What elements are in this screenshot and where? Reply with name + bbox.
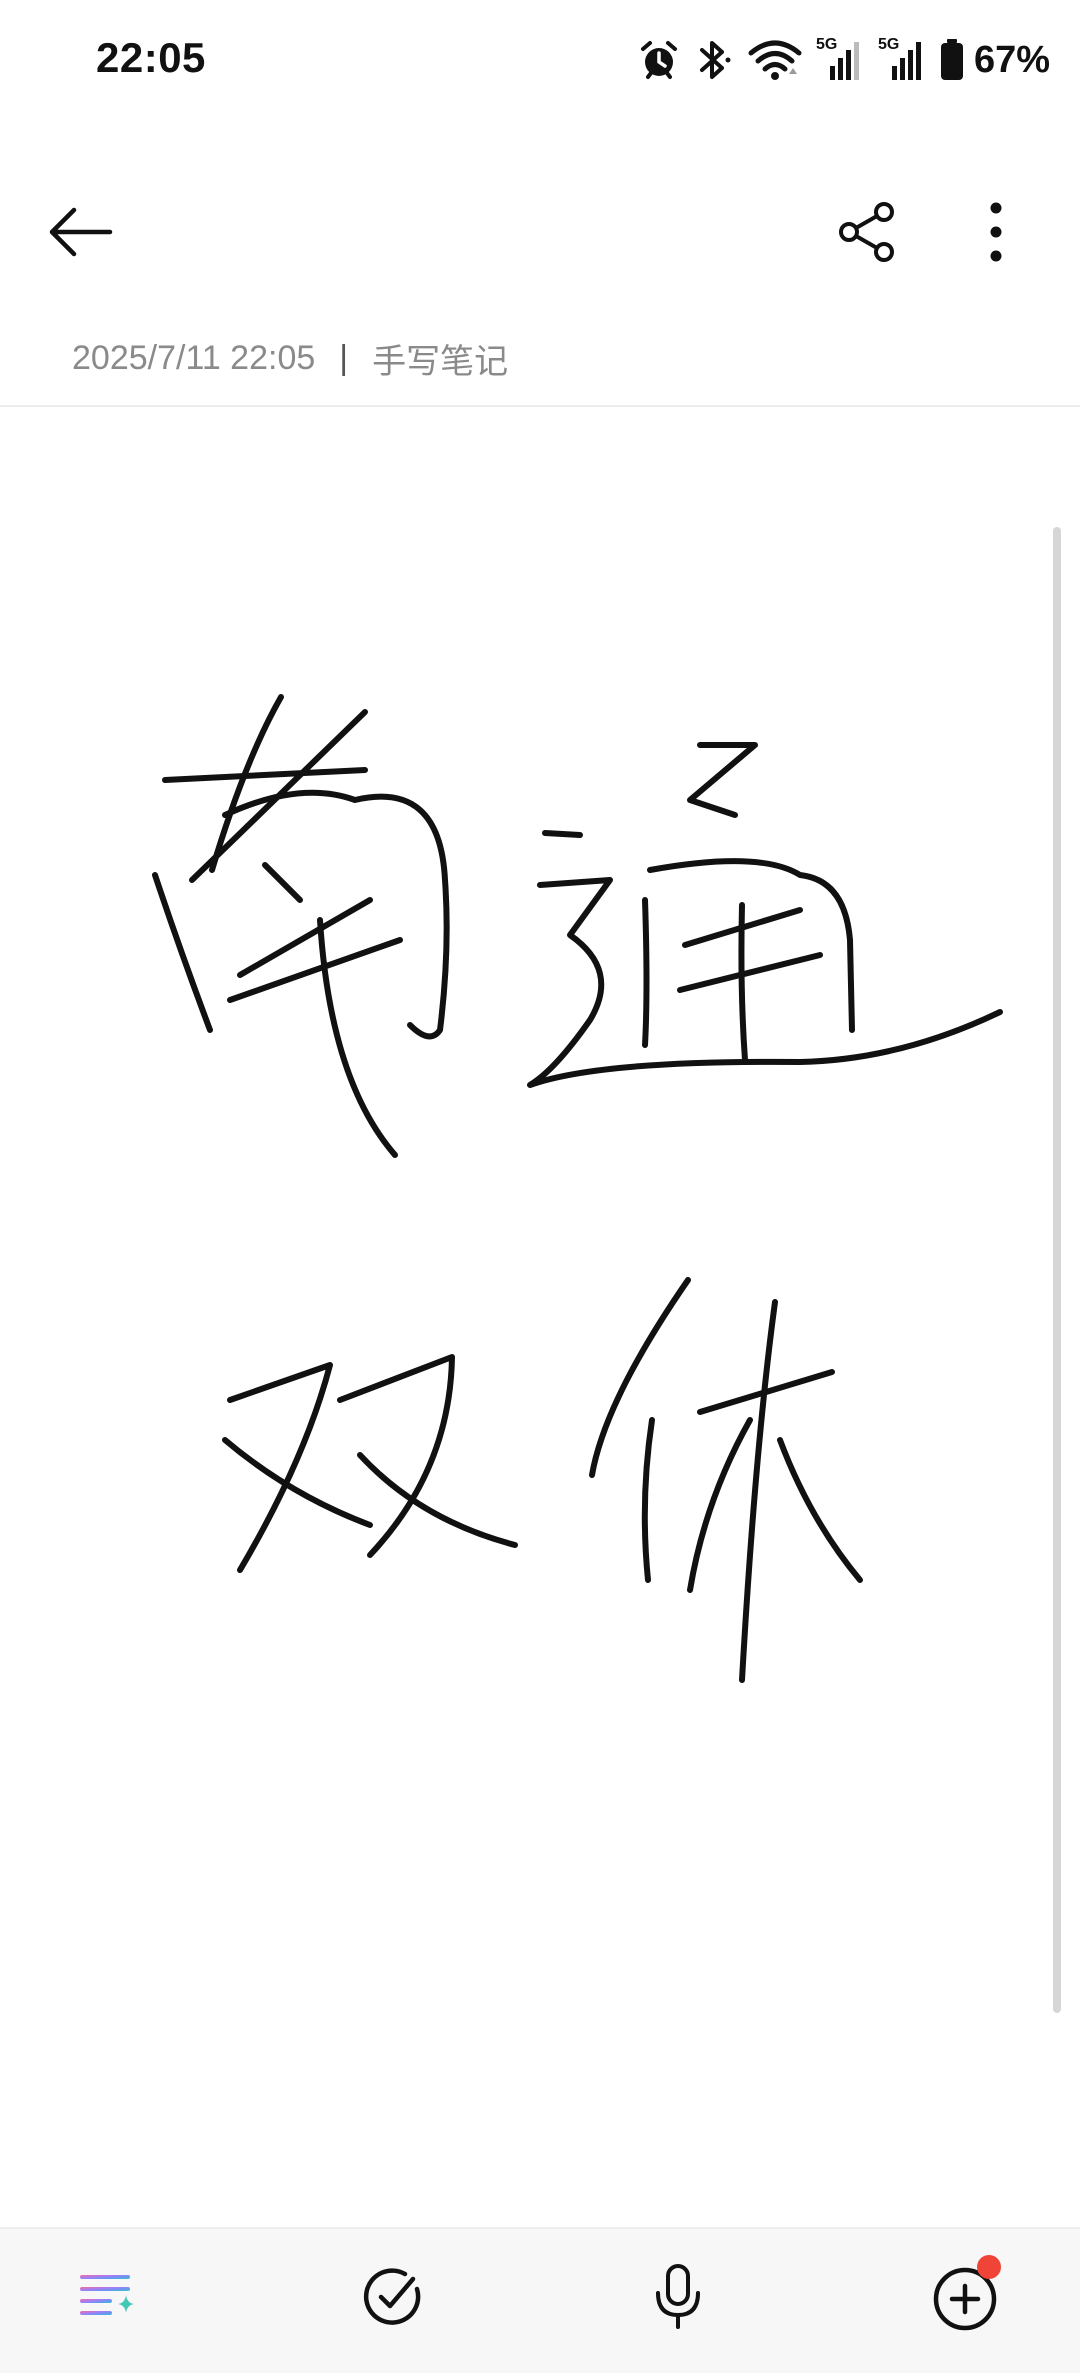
stroke (152, 872, 213, 1033)
bottom-toolbar (0, 2227, 1080, 2373)
stroke (227, 1362, 333, 1573)
note-screen: 22:05 5G 5G 67% 2025/7/11 22:05 | 手写笔记 (0, 0, 1080, 2373)
stroke (527, 877, 1003, 1088)
stroke (642, 897, 650, 1048)
share-button[interactable] (828, 192, 908, 272)
stroke (357, 1452, 518, 1548)
share-icon (839, 202, 894, 262)
note-timestamp: 2025/7/11 22:05 (72, 339, 316, 377)
stroke (162, 767, 368, 783)
note-meta: 2025/7/11 22:05 | 手写笔记 (72, 334, 508, 383)
stroke (677, 907, 823, 993)
battery-percent: 67% (973, 38, 1050, 81)
stroke (337, 1354, 455, 1558)
note-category[interactable]: 手写笔记 (372, 334, 508, 383)
wifi-icon (748, 38, 802, 82)
checklist-icon (363, 2268, 421, 2325)
stroke (647, 858, 855, 1033)
handwriting-strokes (152, 694, 1003, 1683)
ai-format-icon (80, 2275, 134, 2315)
status-time: 22:05 (96, 34, 206, 81)
more-options-button[interactable] (956, 192, 1036, 272)
add-button[interactable] (915, 2247, 1015, 2347)
stroke (589, 1277, 691, 1478)
top-toolbar (0, 170, 1080, 290)
voice-input-button[interactable] (628, 2247, 728, 2347)
bluetooth-icon (694, 38, 734, 82)
ai-format-button[interactable] (58, 2247, 158, 2347)
signal-5g-icon: 5G (816, 36, 864, 82)
handwriting-canvas[interactable] (0, 407, 1080, 2227)
stroke (227, 862, 403, 1003)
vertical-scrollbar[interactable] (1053, 527, 1061, 2013)
signal-5g-icon: 5G (878, 36, 926, 82)
alarm-icon (638, 39, 680, 81)
stroke (542, 830, 583, 838)
stroke (687, 742, 758, 818)
battery-icon (940, 39, 964, 81)
stroke (687, 1417, 753, 1593)
status-bar: 22:05 5G 5G 67% (0, 0, 1080, 120)
notification-dot (977, 2255, 1001, 2279)
stroke (641, 1417, 655, 1583)
stroke (777, 1437, 863, 1583)
arrow-left-icon (49, 207, 113, 257)
stroke (209, 694, 284, 873)
checklist-button[interactable] (343, 2247, 443, 2347)
more-vertical-icon (990, 202, 1002, 262)
meta-separator: | (339, 339, 349, 377)
microphone-icon (656, 2264, 700, 2329)
stroke (739, 1299, 778, 1683)
status-icons: 5G 5G 67% (638, 30, 1050, 90)
stroke (738, 902, 748, 1063)
stroke (222, 789, 450, 1040)
back-button[interactable] (40, 192, 120, 272)
